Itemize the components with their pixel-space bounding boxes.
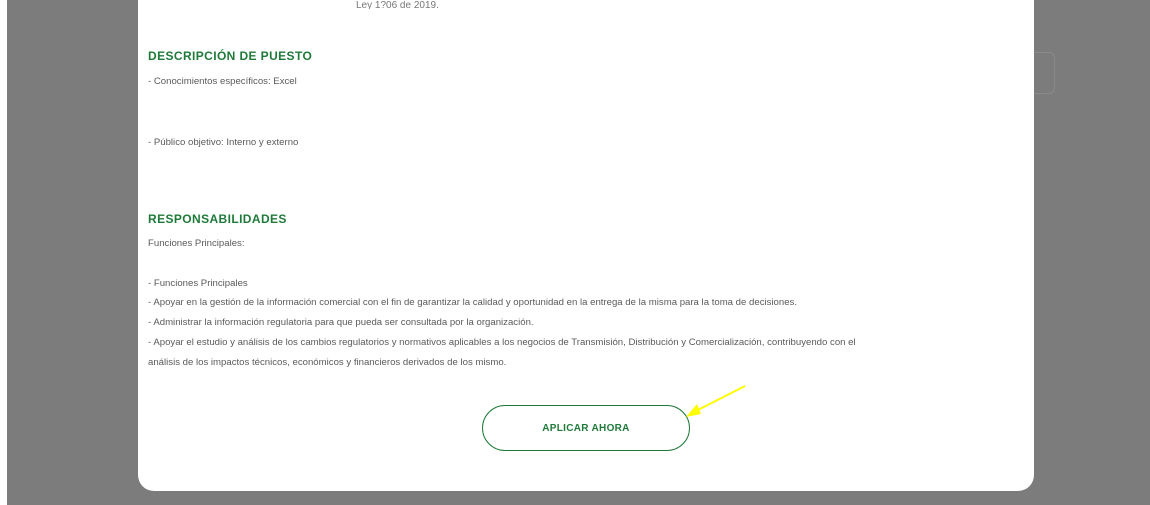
- yellow-arrow-icon: [686, 385, 746, 417]
